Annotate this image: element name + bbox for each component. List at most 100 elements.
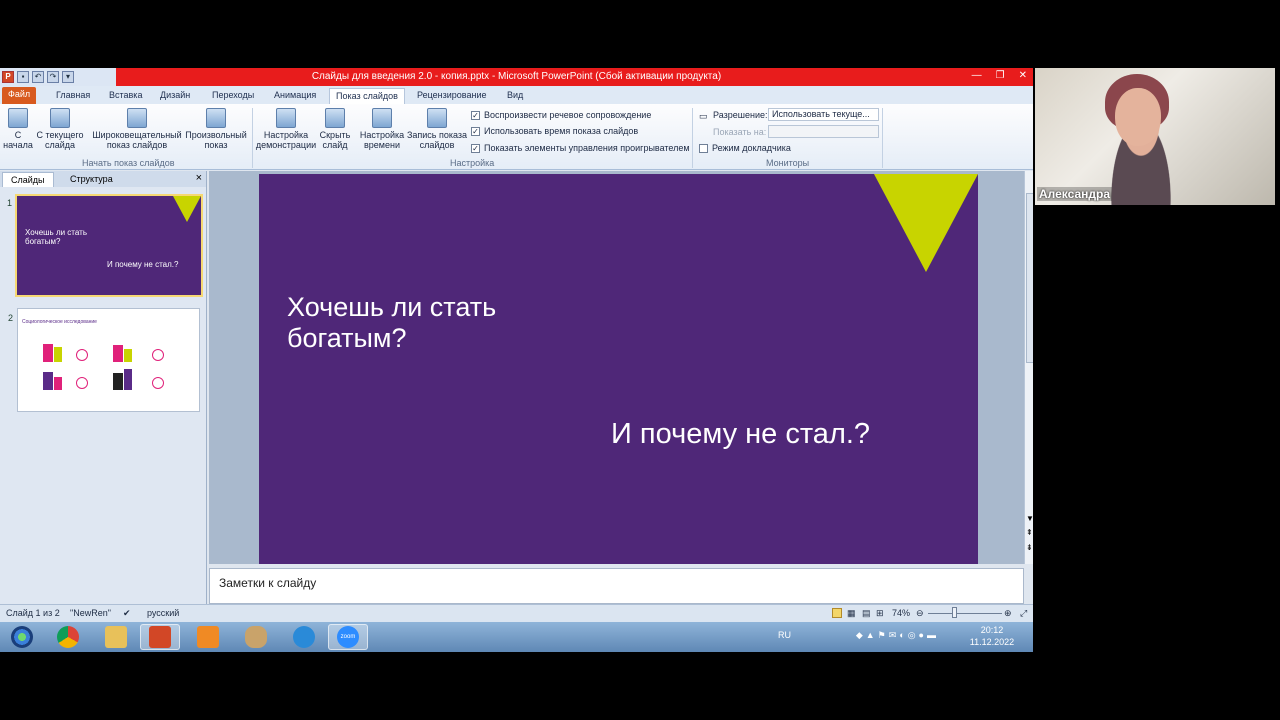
powerpoint-window: Слайды для введения 2.0 - копия.pptx - M…: [0, 68, 1033, 652]
tab-review[interactable]: Рецензирование: [411, 88, 493, 104]
slide-editor: Хочешь ли стать богатым? И почему не ста…: [209, 171, 1024, 564]
paint-icon: [245, 626, 267, 648]
narration-checkbox[interactable]: ✓ Воспроизвести речевое сопровождение: [471, 110, 651, 120]
tab-animation[interactable]: Анимация: [268, 88, 322, 104]
from-current-button[interactable]: С текущего слайда: [36, 108, 84, 150]
timing-icon: [372, 108, 392, 128]
clock[interactable]: 20:12 11.12.2022: [967, 624, 1017, 648]
from-start-button[interactable]: С начала: [2, 108, 34, 150]
tab-file[interactable]: Файл: [2, 87, 37, 104]
hide-slide-label: Скрыть слайд: [319, 130, 351, 150]
tray-icons[interactable]: ◆▲⚑✉◐◎●▬: [856, 629, 939, 641]
hide-slide-button[interactable]: Скрыть слайд: [318, 108, 352, 150]
prev-slide-icon[interactable]: ⇞: [1026, 528, 1033, 537]
chart-bar: [113, 373, 123, 390]
tab-home[interactable]: Главная: [50, 88, 96, 104]
internet-explorer-icon: [293, 626, 315, 648]
record-icon: [427, 108, 447, 128]
scroll-down-icon[interactable]: ▼: [1026, 514, 1033, 523]
custom-show-label: Произвольный показ: [185, 130, 247, 150]
tab-transitions[interactable]: Переходы: [206, 88, 260, 104]
powerpoint-logo-icon[interactable]: P: [2, 71, 14, 83]
window-title: Слайды для введения 2.0 - копия.pptx - M…: [311, 71, 722, 82]
timings-label: Использовать время показа слайдов: [484, 126, 639, 136]
maximize-button[interactable]: ❐: [996, 70, 1005, 81]
slide-subtitle[interactable]: И почему не стал.?: [611, 418, 870, 451]
tab-outline[interactable]: Структура: [62, 172, 121, 187]
slides-pane: Слайды Структура × 1 Хочешь ли стать бог…: [0, 171, 207, 604]
current-slide[interactable]: Хочешь ли стать богатым? И почему не ста…: [259, 174, 978, 564]
monitor-icon: ▭: [699, 111, 708, 121]
thumbnail-title: Хочешь ли стать богатым?: [25, 228, 87, 246]
spellcheck-icon[interactable]: ✔: [123, 608, 131, 619]
show-on-dropdown[interactable]: [768, 125, 879, 138]
pane-tabs: Слайды Структура ×: [0, 171, 206, 187]
triangle-decoration: [874, 174, 978, 272]
taskbar-chrome[interactable]: [48, 624, 88, 650]
check-icon: ✓: [471, 110, 480, 120]
zoom-out-icon[interactable]: ⊖: [916, 608, 924, 619]
slide-title[interactable]: Хочешь ли стать богатым?: [287, 292, 587, 354]
taskbar-explorer[interactable]: [96, 624, 136, 650]
close-pane-icon[interactable]: ×: [196, 172, 202, 184]
slideshow-view-icon[interactable]: ⊞: [876, 608, 884, 619]
taskbar-powerpoint[interactable]: [140, 624, 180, 650]
thumbnail-canvas: Хочешь ли стать богатым? И почему не ста…: [17, 196, 201, 295]
vertical-scrollbar[interactable]: ▼ ⇞ ⇟: [1024, 171, 1033, 564]
checkbox-empty-icon: [699, 143, 708, 153]
tab-slideshow[interactable]: Показ слайдов: [329, 88, 405, 104]
taskbar-media[interactable]: [188, 624, 228, 650]
circle-marker: [152, 377, 164, 389]
taskbar-paint[interactable]: [236, 624, 276, 650]
thumbnail-title: Социологическое исследование: [22, 319, 97, 325]
minimize-button[interactable]: —: [972, 70, 982, 81]
timings-checkbox[interactable]: ✓ Использовать время показа слайдов: [471, 126, 638, 136]
chart-bar: [124, 369, 132, 390]
taskbar-ie[interactable]: [284, 624, 324, 650]
broadcast-button[interactable]: Широковещательный показ слайдов: [90, 108, 184, 150]
zoom-slider[interactable]: [928, 613, 1002, 614]
redo-icon[interactable]: ↷: [47, 71, 59, 83]
resolution-label: Разрешение:: [713, 110, 768, 120]
tab-design[interactable]: Дизайн: [154, 88, 196, 104]
tab-view[interactable]: Вид: [501, 88, 529, 104]
divider: [692, 108, 693, 168]
tab-slides[interactable]: Слайды: [2, 172, 54, 187]
slide-sorter-icon[interactable]: ▦: [847, 608, 856, 619]
custom-show-button[interactable]: Произвольный показ: [184, 108, 248, 150]
taskbar-zoom[interactable]: zoom: [328, 624, 368, 650]
presenter-view-checkbox[interactable]: Режим докладчика: [699, 143, 791, 153]
broadcast-icon: [127, 108, 147, 128]
zoom-level[interactable]: 74%: [892, 608, 910, 618]
notes-pane[interactable]: Заметки к слайду: [209, 568, 1024, 604]
video-tile[interactable]: Александра: [1035, 68, 1275, 205]
timing-label: Настройка времени: [359, 130, 405, 150]
powerpoint-icon: [149, 626, 171, 648]
input-language[interactable]: RU: [778, 629, 791, 641]
slide-thumbnail-1[interactable]: 1 Хочешь ли стать богатым? И почему не с…: [7, 194, 203, 297]
fit-to-window-icon[interactable]: ⤢: [1020, 608, 1027, 619]
rehearse-timings-button[interactable]: Настройка времени: [358, 108, 406, 150]
language-indicator[interactable]: русский: [147, 608, 179, 618]
scrollbar-thumb[interactable]: [1026, 193, 1033, 363]
zoom-slider-thumb[interactable]: [952, 607, 957, 618]
setup-show-button[interactable]: Настройка демонстрации: [255, 108, 317, 150]
zoom-in-icon[interactable]: ⊕: [1004, 608, 1012, 619]
resolution-dropdown[interactable]: Использовать текуще...: [768, 108, 879, 121]
start-button[interactable]: [2, 624, 42, 650]
undo-icon[interactable]: ↶: [32, 71, 44, 83]
notes-placeholder: Заметки к слайду: [219, 576, 317, 590]
record-show-button[interactable]: Запись показа слайдов: [406, 108, 468, 150]
next-slide-icon[interactable]: ⇟: [1026, 543, 1033, 552]
save-icon[interactable]: ▪: [17, 71, 29, 83]
triangle-decoration: [173, 196, 201, 222]
normal-view-icon[interactable]: [832, 608, 842, 618]
media-controls-checkbox[interactable]: ✓ Показать элементы управления проигрыва…: [471, 143, 690, 153]
tab-insert[interactable]: Вставка: [103, 88, 148, 104]
customize-qat-icon[interactable]: ▾: [62, 71, 74, 83]
slide-thumbnail-2[interactable]: 2 Социологическое исследование: [8, 308, 200, 412]
reading-view-icon[interactable]: ▤: [862, 608, 871, 619]
screen: Слайды для введения 2.0 - копия.pptx - M…: [0, 0, 1280, 720]
circle-marker: [76, 349, 88, 361]
close-button[interactable]: ✕: [1019, 70, 1027, 81]
